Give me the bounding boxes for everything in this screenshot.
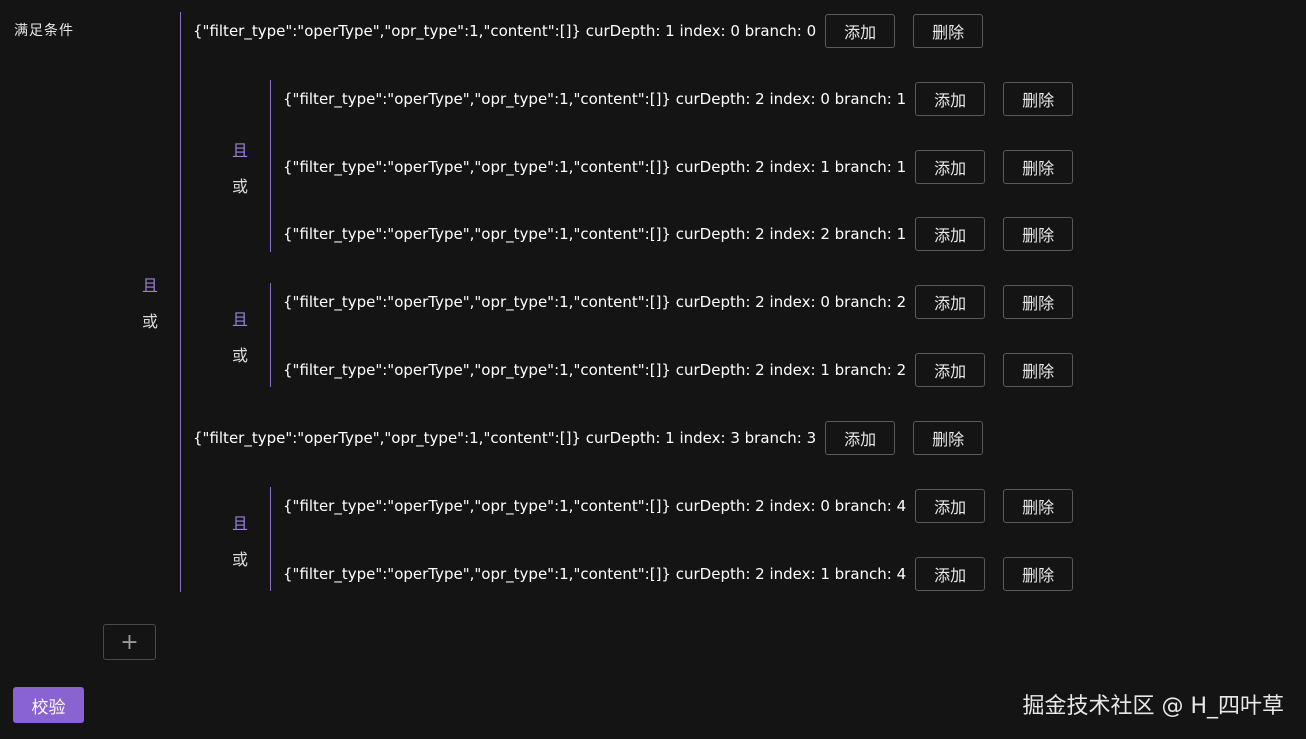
add-condition-button[interactable]: + (103, 624, 156, 660)
add-button[interactable]: 添加 (915, 217, 986, 251)
delete-button[interactable]: 删除 (1003, 557, 1074, 591)
group-line-branch-2 (270, 283, 271, 387)
add-button[interactable]: 添加 (825, 421, 896, 455)
add-button[interactable]: 添加 (915, 353, 986, 387)
delete-button[interactable]: 删除 (913, 421, 984, 455)
delete-button[interactable]: 删除 (1003, 217, 1074, 251)
condition-text: {"filter_type":"operType","opr_type":1,"… (193, 429, 817, 447)
delete-button[interactable]: 删除 (1003, 353, 1074, 387)
connector-and-toggle[interactable]: 且 (142, 272, 158, 296)
connector-and-toggle[interactable]: 且 (232, 137, 248, 161)
add-button[interactable]: 添加 (825, 14, 896, 48)
plus-icon: + (120, 629, 139, 655)
condition-row: {"filter_type":"operType","opr_type":1,"… (283, 352, 1074, 388)
delete-button[interactable]: 删除 (1003, 82, 1074, 116)
condition-text: {"filter_type":"operType","opr_type":1,"… (283, 293, 907, 311)
condition-row: {"filter_type":"operType","opr_type":1,"… (283, 556, 1074, 592)
connector-and-toggle[interactable]: 且 (232, 306, 248, 330)
delete-button[interactable]: 删除 (913, 14, 984, 48)
add-button[interactable]: 添加 (915, 82, 986, 116)
condition-row: {"filter_type":"operType","opr_type":1,"… (283, 284, 1074, 320)
delete-button[interactable]: 删除 (1003, 150, 1074, 184)
group-line-branch-1 (270, 80, 271, 252)
condition-text: {"filter_type":"operType","opr_type":1,"… (193, 22, 817, 40)
condition-text: {"filter_type":"operType","opr_type":1,"… (283, 158, 907, 176)
condition-row: {"filter_type":"operType","opr_type":1,"… (283, 216, 1074, 252)
connector-and-toggle[interactable]: 且 (232, 510, 248, 534)
group-line-branch-4 (270, 487, 271, 591)
condition-text: {"filter_type":"operType","opr_type":1,"… (283, 361, 907, 379)
condition-text: {"filter_type":"operType","opr_type":1,"… (283, 565, 907, 583)
group-line-depth-1 (180, 12, 181, 592)
verify-button[interactable]: 校验 (13, 687, 84, 723)
condition-row: {"filter_type":"operType","opr_type":1,"… (193, 13, 984, 49)
connector-or-toggle[interactable]: 或 (232, 546, 248, 570)
condition-row: {"filter_type":"operType","opr_type":1,"… (193, 420, 984, 456)
condition-text: {"filter_type":"operType","opr_type":1,"… (283, 225, 907, 243)
conditions-label: 满足条件 (14, 23, 74, 39)
condition-row: {"filter_type":"operType","opr_type":1,"… (283, 488, 1074, 524)
delete-button[interactable]: 删除 (1003, 285, 1074, 319)
connector-or-toggle[interactable]: 或 (142, 308, 158, 332)
add-button[interactable]: 添加 (915, 557, 986, 591)
add-button[interactable]: 添加 (915, 489, 986, 523)
condition-text: {"filter_type":"operType","opr_type":1,"… (283, 90, 907, 108)
connector-or-toggle[interactable]: 或 (232, 173, 248, 197)
delete-button[interactable]: 删除 (1003, 489, 1074, 523)
connector-or-toggle[interactable]: 或 (232, 342, 248, 366)
add-button[interactable]: 添加 (915, 150, 986, 184)
watermark: 掘金技术社区 @ H_四叶草 (1022, 694, 1284, 719)
condition-row: {"filter_type":"operType","opr_type":1,"… (283, 81, 1074, 117)
add-button[interactable]: 添加 (915, 285, 986, 319)
condition-text: {"filter_type":"operType","opr_type":1,"… (283, 497, 907, 515)
condition-row: {"filter_type":"operType","opr_type":1,"… (283, 149, 1074, 185)
